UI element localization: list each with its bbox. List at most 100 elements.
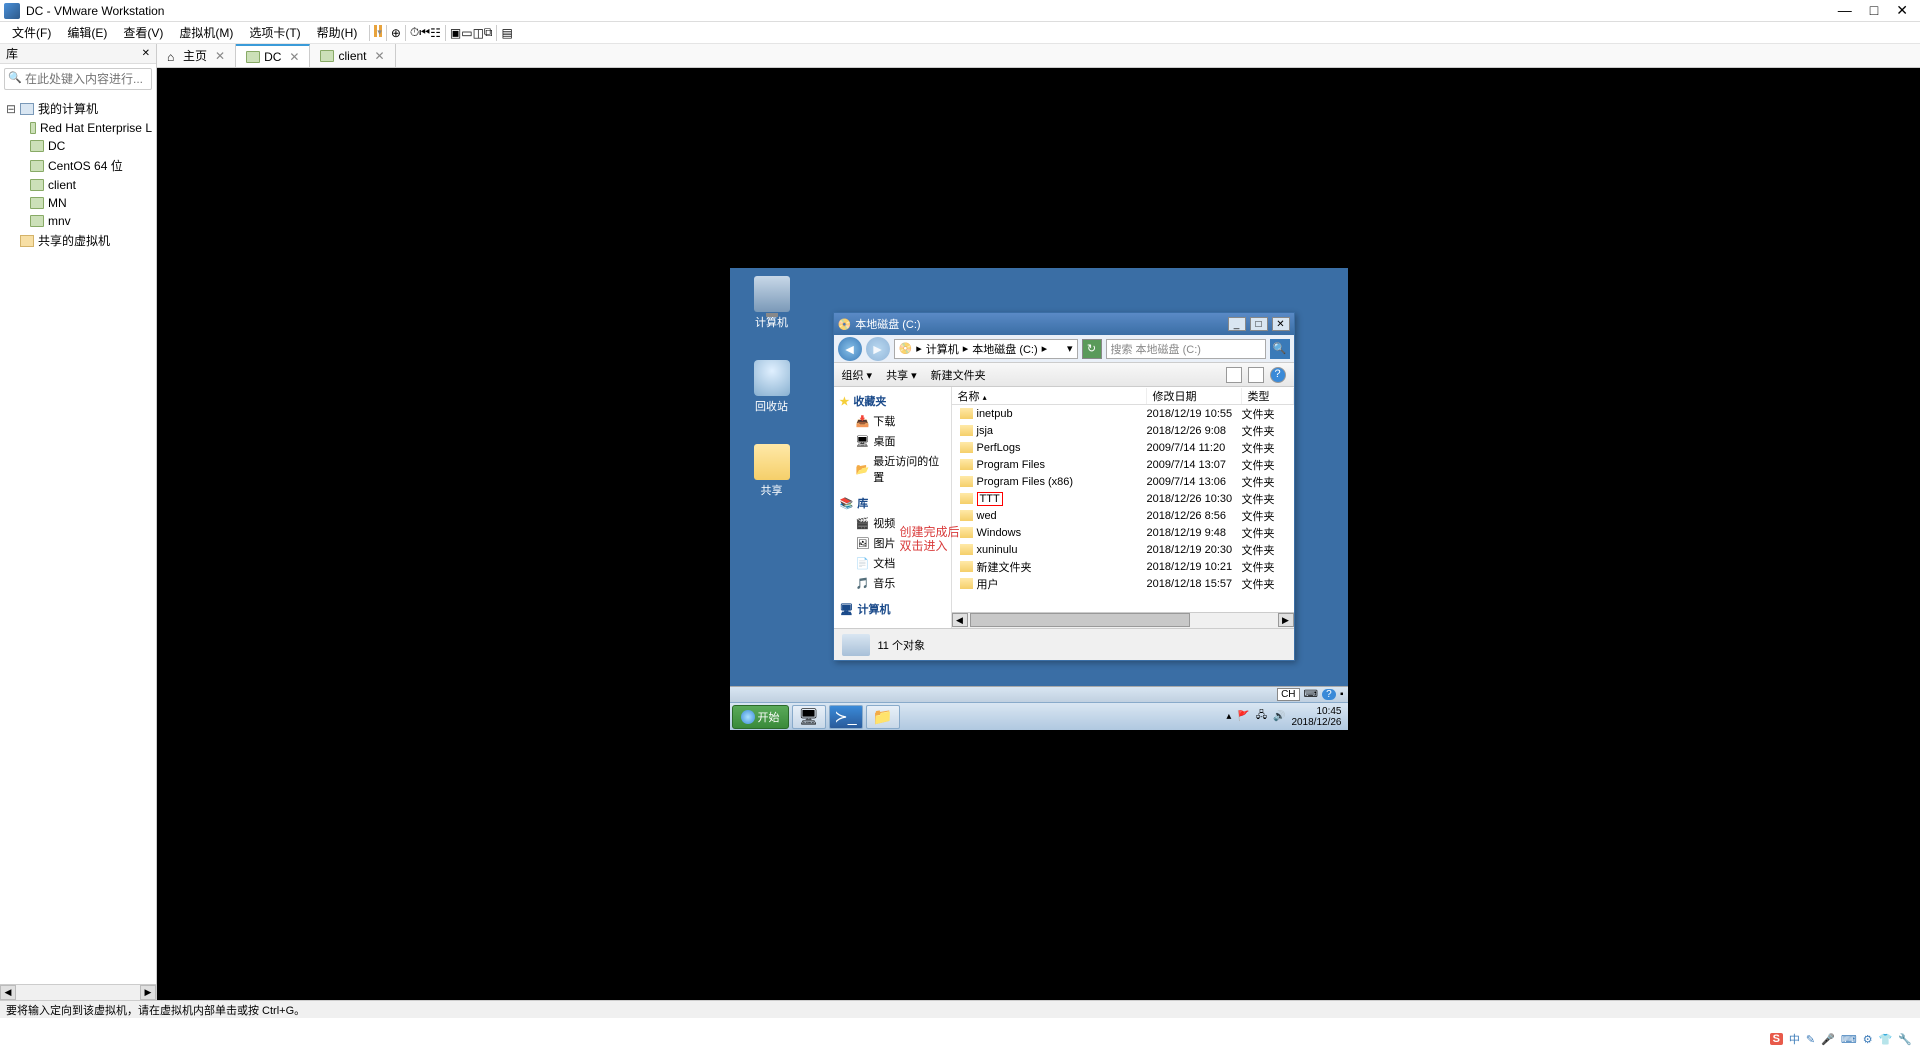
taskbar-item-server-manager[interactable]: 🖥 — [792, 705, 826, 729]
tree-vm-mn[interactable]: MN — [2, 194, 154, 212]
file-row[interactable]: TTT2018/12/26 10:30文件夹 — [952, 490, 1294, 507]
address-bar[interactable]: 📀 ▸ 计算机 ▸ 本地磁盘 (C:) ▸ ▾ — [894, 339, 1078, 359]
column-headers[interactable]: 名称 ▴ 修改日期 类型 — [952, 387, 1294, 405]
help-icon[interactable]: ? — [1270, 367, 1286, 383]
horizontal-scrollbar[interactable]: ◀▶ — [952, 612, 1294, 628]
volume-icon[interactable]: 🔊 — [1273, 711, 1285, 722]
library-search-input[interactable] — [4, 68, 152, 90]
file-list[interactable]: inetpub2018/12/19 10:55文件夹jsja2018/12/26… — [952, 405, 1294, 612]
file-row[interactable]: PerfLogs2009/7/14 11:20文件夹 — [952, 439, 1294, 456]
vm-icon — [320, 50, 334, 62]
network-icon[interactable]: 🖧 — [1256, 708, 1267, 725]
menu-tabs[interactable]: 选项卡(T) — [241, 22, 308, 43]
minimize-button[interactable]: _ — [1228, 317, 1246, 331]
file-row[interactable]: 新建文件夹2018/12/19 10:21文件夹 — [952, 558, 1294, 575]
nav-recent[interactable]: 📂最近访问的位置 — [834, 451, 951, 487]
snapshot-manager-icon[interactable]: ☷ — [430, 26, 441, 40]
fullscreen-icon[interactable]: ▣ — [450, 26, 461, 40]
nav-libraries[interactable]: 📚库 — [834, 493, 951, 513]
share-button[interactable]: 共享 ▾ — [886, 367, 917, 383]
tree-vm-redhat[interactable]: Red Hat Enterprise L — [2, 119, 154, 137]
tray-icon[interactable]: ▴ — [1226, 711, 1231, 722]
close-button[interactable]: ✕ — [1896, 2, 1908, 19]
desktop-icon-computer[interactable]: 计算机 — [742, 276, 802, 330]
unity-icon[interactable]: ▭ — [461, 26, 472, 40]
close-icon[interactable]: ✕ — [289, 50, 299, 64]
close-icon[interactable]: ✕ — [215, 49, 225, 63]
explorer-titlebar[interactable]: 📀 本地磁盘 (C:) _ □ ✕ — [834, 313, 1294, 335]
refresh-button[interactable]: ↻ — [1082, 339, 1102, 359]
tab-client[interactable]: client ✕ — [310, 44, 395, 67]
ime-settings-icon[interactable]: ⚙ — [1863, 1033, 1873, 1046]
forward-button[interactable]: ► — [866, 337, 890, 361]
ime-tool2-icon[interactable]: 🔧 — [1898, 1033, 1912, 1046]
taskbar-item-explorer[interactable]: 📁 — [866, 705, 900, 729]
nav-downloads[interactable]: 📥下载 — [834, 411, 951, 431]
file-row[interactable]: 用户2018/12/18 15:57文件夹 — [952, 575, 1294, 592]
file-row[interactable]: inetpub2018/12/19 10:55文件夹 — [952, 405, 1294, 422]
tree-vm-mnv[interactable]: mnv — [2, 212, 154, 230]
ime-cn-icon[interactable]: 中 — [1789, 1031, 1800, 1047]
desktop-icon-recycle[interactable]: 回收站 — [742, 360, 802, 414]
ime-skin-icon[interactable]: 👕 — [1879, 1033, 1893, 1046]
snapshot-icon[interactable]: ⏱ — [410, 25, 419, 40]
tab-home[interactable]: ⌂ 主页 ✕ — [157, 44, 236, 67]
back-button[interactable]: ◄ — [838, 337, 862, 361]
vm-display[interactable]: 计算机 回收站 共享 📀 本地磁盘 (C:) _ — [157, 68, 1920, 1000]
maximize-button[interactable]: □ — [1250, 317, 1268, 331]
new-folder-button[interactable]: 新建文件夹 — [931, 367, 986, 383]
explorer-search-input[interactable]: 搜索 本地磁盘 (C:) — [1106, 339, 1266, 359]
file-row[interactable]: xuninulu2018/12/19 20:30文件夹 — [952, 541, 1294, 558]
file-row[interactable]: Program Files2009/7/14 13:07文件夹 — [952, 456, 1294, 473]
close-button[interactable]: ✕ — [1272, 317, 1290, 331]
organize-button[interactable]: 组织 ▾ — [842, 367, 873, 383]
start-button[interactable]: 开始 — [732, 705, 789, 729]
ime-keyboard-icon[interactable]: ⌨ — [1841, 1033, 1857, 1046]
menu-view[interactable]: 查看(V) — [115, 22, 171, 43]
ime-mic-icon[interactable]: 🎤 — [1821, 1033, 1835, 1046]
maximize-button[interactable]: □ — [1870, 2, 1878, 19]
nav-documents[interactable]: 📄文档 — [834, 553, 951, 573]
file-row[interactable]: wed2018/12/26 8:56文件夹 — [952, 507, 1294, 524]
tree-vm-dc[interactable]: DC — [2, 137, 154, 155]
nav-favorites[interactable]: ★收藏夹 — [834, 391, 951, 411]
minimize-button[interactable]: — — [1838, 2, 1852, 19]
nav-music[interactable]: 🎵音乐 — [834, 573, 951, 593]
ime-tool-icon[interactable]: ✎ — [1806, 1033, 1815, 1046]
tree-root-mycomputer[interactable]: ⊟ 我的计算机 — [2, 98, 154, 119]
console-icon[interactable]: ◫ — [473, 26, 484, 40]
file-row[interactable]: Windows2018/12/19 9:48文件夹 — [952, 524, 1294, 541]
tab-dc[interactable]: DC ✕ — [236, 44, 310, 67]
file-row[interactable]: Program Files (x86)2009/7/14 13:06文件夹 — [952, 473, 1294, 490]
sidebar-close-icon[interactable]: ✕ — [142, 48, 150, 59]
preview-pane-icon[interactable] — [1248, 367, 1264, 383]
tree-vm-client[interactable]: client — [2, 176, 154, 194]
help-icon[interactable]: ? — [1322, 689, 1336, 700]
file-row[interactable]: jsja2018/12/26 9:08文件夹 — [952, 422, 1294, 439]
multi-monitor-icon[interactable]: ⧉ — [484, 25, 493, 40]
nav-computer[interactable]: 🖥计算机 — [834, 599, 951, 619]
guest-desktop[interactable]: 计算机 回收站 共享 📀 本地磁盘 (C:) _ — [730, 268, 1348, 730]
keyboard-icon[interactable]: ⌨ — [1304, 689, 1318, 700]
close-icon[interactable]: ✕ — [375, 49, 385, 63]
menu-file[interactable]: 文件(F) — [4, 22, 59, 43]
sidebar-scrollbar[interactable]: ◀▶ — [0, 984, 156, 1000]
tree-shared-vms[interactable]: 共享的虚拟机 — [2, 230, 154, 251]
tree-vm-centos[interactable]: CentOS 64 位 — [2, 155, 154, 176]
menu-edit[interactable]: 编辑(E) — [59, 22, 115, 43]
language-indicator[interactable]: CH — [1277, 688, 1299, 701]
library-toggle-icon[interactable]: ▤ — [501, 26, 512, 40]
snapshot-revert-icon[interactable]: ⏮ — [419, 25, 430, 40]
clock[interactable]: 10:45 2018/12/26 — [1291, 706, 1341, 728]
view-options-icon[interactable] — [1226, 367, 1242, 383]
send-ctrl-alt-del-icon[interactable]: ⊕ — [391, 26, 401, 40]
explorer-toolbar: 组织 ▾ 共享 ▾ 新建文件夹 ? — [834, 363, 1294, 387]
taskbar-item-powershell[interactable]: ≻_ — [829, 705, 863, 729]
ime-icon[interactable]: S — [1770, 1033, 1783, 1045]
search-button[interactable]: 🔍 — [1270, 339, 1290, 359]
menu-help[interactable]: 帮助(H) — [309, 22, 366, 43]
desktop-icon-share[interactable]: 共享 — [742, 444, 802, 498]
menu-vm[interactable]: 虚拟机(M) — [171, 22, 241, 43]
nav-desktop[interactable]: 🖥桌面 — [834, 431, 951, 451]
flag-icon[interactable]: 🚩 — [1237, 711, 1249, 722]
